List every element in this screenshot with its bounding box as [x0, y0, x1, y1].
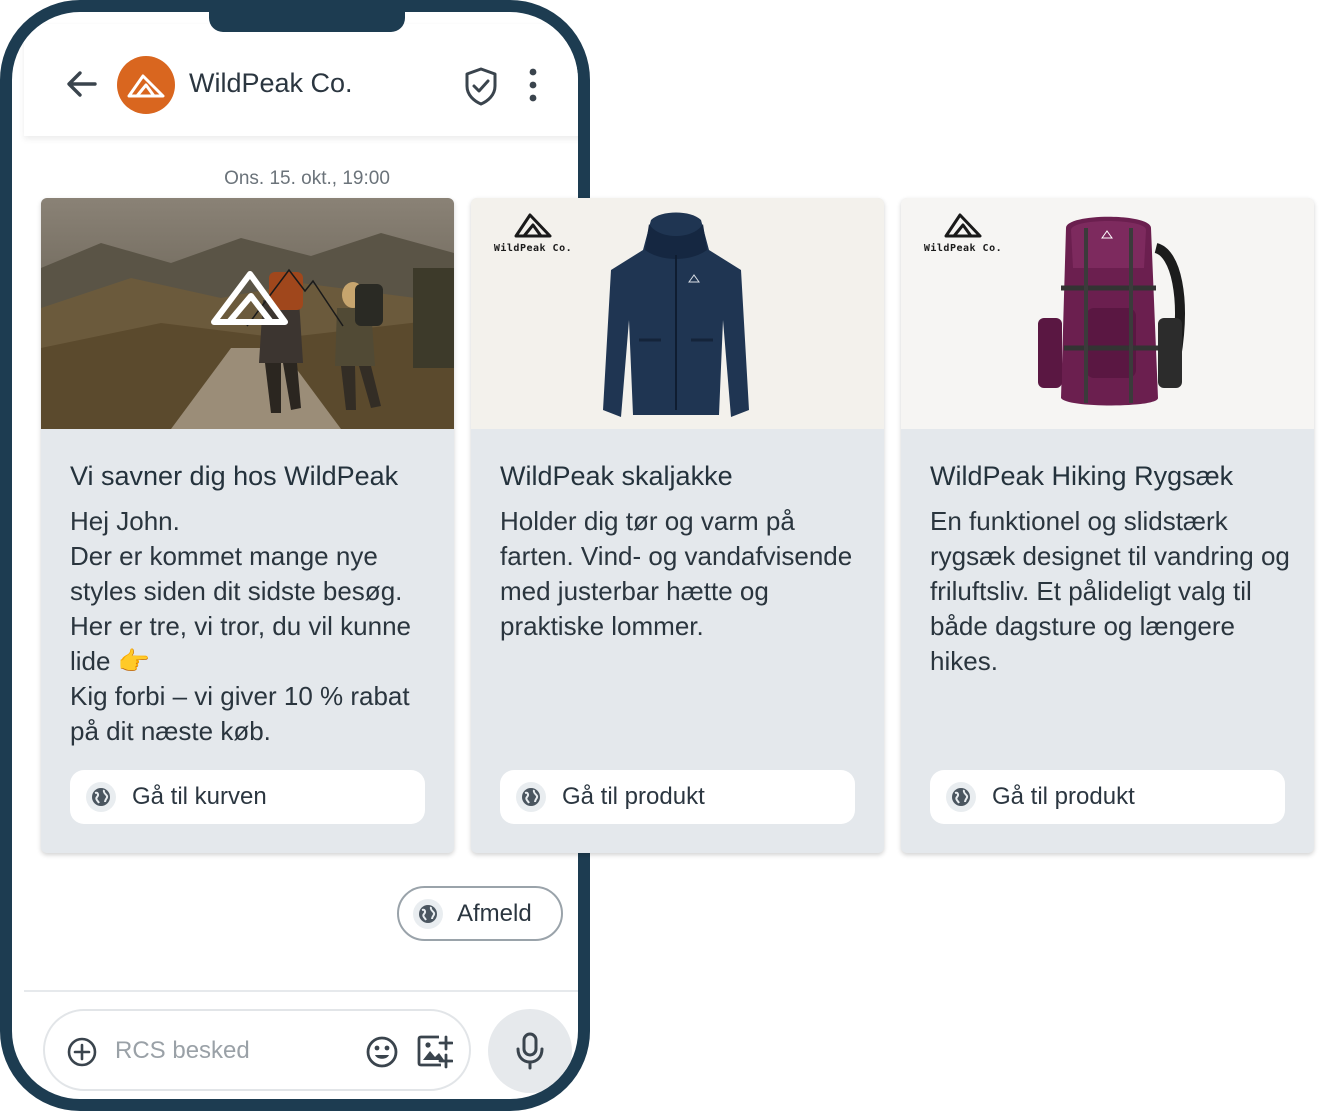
more-options-button[interactable] — [520, 64, 546, 108]
backpack-image: WildPeak Co. — [901, 198, 1314, 429]
composer-divider — [24, 990, 578, 992]
add-attachment-button[interactable] — [67, 1037, 97, 1067]
mountain-logo-icon — [127, 74, 165, 98]
card-title: Vi savner dig hos WildPeak — [70, 461, 399, 491]
globe-icon — [86, 782, 116, 812]
more-vertical-icon — [529, 68, 537, 102]
brand-logo: WildPeak Co. — [923, 210, 1003, 254]
globe-icon — [946, 782, 976, 812]
card-description: En funktionel og slidstærk rygsæk design… — [930, 506, 1290, 676]
unsubscribe-chip[interactable]: Afmeld — [397, 886, 563, 941]
globe-icon — [516, 782, 546, 812]
microphone-icon — [516, 1032, 544, 1070]
brand-avatar[interactable] — [117, 56, 175, 114]
emoji-button[interactable] — [365, 1035, 399, 1069]
logo-text: WildPeak Co. — [493, 243, 573, 254]
hikers-image — [41, 198, 454, 429]
arrow-left-icon — [67, 71, 97, 97]
plus-circle-icon — [67, 1037, 97, 1067]
card-title: WildPeak skaljakke — [500, 461, 733, 491]
jacket-image: WildPeak Co. — [471, 198, 884, 429]
logo-text: WildPeak Co. — [923, 243, 1003, 254]
brand-logo: WildPeak Co. — [493, 210, 573, 254]
action-label: Gå til kurven — [132, 783, 267, 810]
unsubscribe-label: Afmeld — [457, 899, 532, 927]
action-label: Gå til produkt — [992, 783, 1135, 810]
message-composer — [43, 1009, 471, 1091]
card-title: WildPeak Hiking Rygsæk — [930, 461, 1234, 491]
microphone-button[interactable] — [488, 1009, 572, 1093]
go-to-product-button[interactable]: Gå til produkt — [500, 770, 855, 824]
globe-icon — [413, 898, 443, 929]
go-to-cart-button[interactable]: Gå til kurven — [70, 770, 425, 824]
shield-check-icon — [465, 67, 497, 106]
carousel-card[interactable]: WildPeak Co. WildPeak skaljakke Holder d… — [471, 198, 884, 853]
brand-name[interactable]: WildPeak Co. — [189, 68, 353, 99]
conversation-header: WildPeak Co. — [24, 24, 578, 136]
carousel-card[interactable]: WildPeak Co. WildPeak Hiking Rygsæk En f… — [901, 198, 1314, 853]
message-input[interactable] — [115, 1035, 345, 1067]
card-description: Holder dig tør og varm på farten. Vind- … — [500, 506, 853, 641]
action-label: Gå til produkt — [562, 783, 705, 810]
message-timestamp: Ons. 15. okt., 19:00 — [224, 168, 390, 189]
carousel-card[interactable]: Vi savner dig hos WildPeak Hej John. Der… — [41, 198, 454, 853]
emoji-icon — [366, 1036, 398, 1068]
back-button[interactable] — [62, 64, 102, 104]
phone-notch — [209, 12, 405, 32]
verified-button[interactable] — [461, 64, 501, 108]
card-description: Hej John. Der er kommet mange nye styles… — [70, 506, 412, 746]
go-to-product-button[interactable]: Gå til produkt — [930, 770, 1285, 824]
image-add-icon — [417, 1035, 454, 1069]
add-image-button[interactable] — [415, 1033, 454, 1071]
